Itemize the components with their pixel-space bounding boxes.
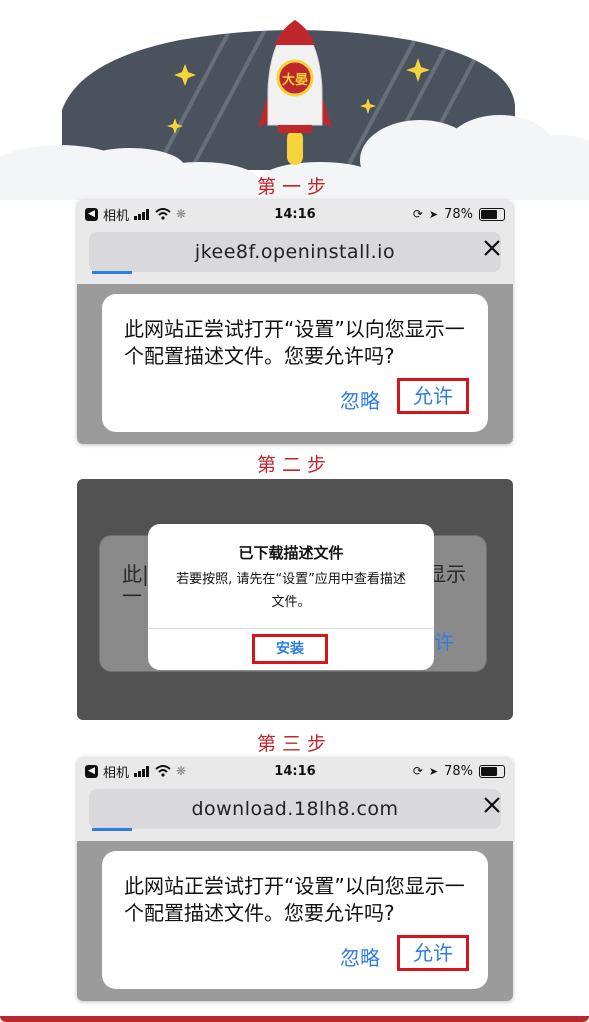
allow-button[interactable]: 允许 (397, 935, 469, 971)
dimmed-allow-text: 许 (434, 630, 454, 654)
profile-downloaded-alert: 已下载描述文件 若要按照, 请先在“设置”应用中查看描述文件。 安装 (148, 524, 434, 670)
status-time: 14:16 (274, 763, 316, 779)
rocket-logo-text: 大晏 (282, 72, 308, 88)
address-bar-area: jkee8f.openinstall.io (77, 228, 513, 284)
rocket-hero: 大晏 (0, 19, 589, 200)
ignore-button[interactable]: 忽略 (340, 385, 380, 414)
battery-icon (479, 207, 505, 221)
ignore-button[interactable]: 忽略 (340, 942, 380, 971)
load-progress-bar (92, 828, 132, 831)
dimmed-text-left-2: 一 (122, 584, 142, 608)
battery-icon (479, 764, 505, 778)
step-three-screenshot: ◀ 相机 ❋ 14:16 ⟳ ➤ 78% download.18lh8.com … (77, 757, 513, 1001)
alert-title: 已下载描述文件 (238, 544, 344, 562)
close-icon[interactable] (481, 237, 503, 259)
address-bar-area: download.18lh8.com (77, 785, 513, 841)
step-two-label: 第二步 (256, 454, 332, 476)
dialog-message: 此网站正尝试打开“设置”以向您显示一个配置描述文件。您要允许吗? (124, 874, 465, 925)
status-time: 14:16 (274, 206, 316, 222)
alert-divider (148, 628, 434, 629)
bottom-border (0, 1016, 589, 1022)
load-progress-bar (92, 271, 132, 274)
dialog-message: 此网站正尝试打开“设置”以向您显示一个配置描述文件。您要允许吗? (124, 317, 465, 368)
status-bar: ◀ 相机 ❋ 14:16 ⟳ ➤ 78% (77, 200, 513, 228)
step-one-label: 第一步 (256, 176, 332, 198)
open-settings-dialog: 此网站正尝试打开“设置”以向您显示一个配置描述文件。您要允许吗? 忽略 允许 (102, 851, 488, 989)
page-content-overlay: 此网站正尝试打开“设置”以向您显示一个配置描述文件。您要允许吗? 忽略 允许 (77, 841, 513, 1001)
step-one-screenshot: ◀ 相机 ❋ 14:16 ⟳ ➤ 78% jkee8f.openinstall.… (77, 200, 513, 444)
url-text: download.18lh8.com (191, 798, 399, 820)
page-content-overlay: 此网站正尝试打开“设置”以向您显示一个配置描述文件。您要允许吗? 忽略 允许 (77, 284, 513, 444)
open-settings-dialog: 此网站正尝试打开“设置”以向您显示一个配置描述文件。您要允许吗? 忽略 允许 (102, 294, 488, 432)
url-field[interactable]: download.18lh8.com (89, 789, 501, 829)
allow-button[interactable]: 允许 (397, 378, 469, 414)
step-three-label: 第三步 (256, 733, 332, 755)
install-button[interactable]: 安装 (252, 634, 328, 664)
url-text: jkee8f.openinstall.io (194, 241, 396, 263)
close-icon[interactable] (481, 794, 503, 816)
status-bar: ◀ 相机 ❋ 14:16 ⟳ ➤ 78% (77, 757, 513, 785)
alert-message: 若要按照, 请先在“设置”应用中查看描述文件。 (176, 572, 406, 610)
url-field[interactable]: jkee8f.openinstall.io (89, 232, 501, 272)
step-two-screenshot: 此| 一 显示 许 已下载描述文件 若要按照, 请先在“设置”应用中查看描述文件… (77, 479, 513, 720)
